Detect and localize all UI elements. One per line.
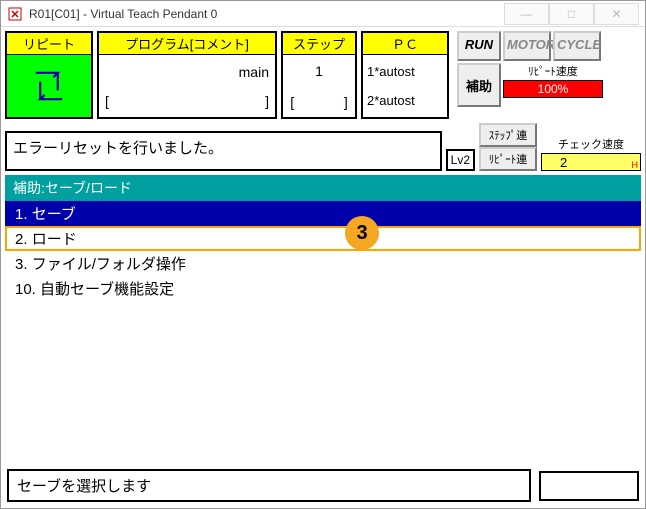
check-speed-bar[interactable]: 2 [541, 153, 641, 171]
step-box[interactable]: ステップ 1 [ ] [281, 31, 357, 119]
menu-item-save[interactable]: 1. セーブ [5, 201, 641, 226]
check-speed-col: チェック速度 2 [541, 136, 641, 171]
message-text: エラーリセットを行いました。 [13, 140, 223, 157]
cycle-arrows-icon [27, 64, 71, 108]
repeat-header: リピート [7, 33, 91, 55]
menu-item-autosave[interactable]: 10. 自動セーブ機能設定 [5, 276, 641, 301]
message-box: エラーリセットを行いました。 [5, 131, 442, 171]
step-header: ステップ [283, 33, 355, 55]
step-bracket-l: [ [290, 94, 294, 110]
pc-body: 1*autost 2*autost [363, 55, 447, 117]
program-header: プログラム[コメント] [99, 33, 275, 55]
right-buttons: RUN MOTOR CYCLE 補助 ﾘﾋﾟｰﾄ速度 100% [457, 31, 603, 107]
sub-screen-header: 補助:セーブ/ロード [5, 175, 641, 201]
prompt-text: セーブを選択します [7, 469, 531, 502]
app-window: R01[C01] - Virtual Teach Pendant 0 — □ ✕… [0, 0, 646, 509]
aux-button[interactable]: 補助 [457, 63, 501, 107]
program-bracket-l: [ [105, 93, 109, 109]
annotation-callout: 3 [345, 216, 379, 250]
repeat-continuous-button[interactable]: ﾘﾋﾟｰﾄ連 [479, 147, 537, 171]
cycle-button[interactable]: CYCLE [553, 31, 601, 61]
motor-button[interactable]: MOTOR [503, 31, 551, 61]
titlebar: R01[C01] - Virtual Teach Pendant 0 — □ ✕ [1, 1, 645, 27]
menu-item-file-folder[interactable]: 3. ファイル/フォルダ操作 [5, 251, 641, 276]
menu-item-load[interactable]: 2. ロード [5, 226, 641, 251]
repeat-icon-area [7, 55, 91, 117]
pc-box[interactable]: ＰＣ 1*autost 2*autost [361, 31, 449, 119]
program-body: main [ ] [99, 55, 275, 117]
window-title: R01[C01] - Virtual Teach Pendant 0 [29, 7, 504, 21]
app-icon [7, 6, 23, 22]
step-bracket-r: ] [344, 94, 348, 110]
program-bracket-r: ] [265, 93, 269, 109]
repeat-speed: ﾘﾋﾟｰﾄ速度 100% [503, 63, 603, 107]
check-speed-label: チェック速度 [541, 136, 641, 152]
step-value: 1 [315, 63, 323, 79]
input-field[interactable] [539, 471, 639, 501]
pc-line-1: 1*autost [367, 64, 443, 79]
step-link-col: ｽﾃｯﾌﾟ連 ﾘﾋﾟｰﾄ連 [479, 123, 537, 171]
program-name: main [239, 64, 269, 80]
menu-list: 1. セーブ 2. ロード 3. ファイル/フォルダ操作 10. 自動セーブ機能… [5, 201, 641, 463]
minimize-button: — [504, 3, 549, 25]
repeat-speed-value[interactable]: 100% [503, 80, 603, 98]
step-body: 1 [ ] [283, 55, 355, 117]
bottom-bar: セーブを選択します [7, 469, 639, 502]
pc-line-2: 2*autost [367, 93, 443, 108]
step-continuous-button[interactable]: ｽﾃｯﾌﾟ連 [479, 123, 537, 147]
program-box[interactable]: プログラム[コメント] main [ ] [97, 31, 277, 119]
repeat-mode-box[interactable]: リピート [5, 31, 93, 119]
close-button: ✕ [594, 3, 639, 25]
top-panel: リピート プログラム[コメント] main [ ] ステップ 1 [1, 27, 645, 121]
run-button[interactable]: RUN [457, 31, 501, 61]
repeat-speed-label: ﾘﾋﾟｰﾄ速度 [503, 63, 603, 79]
maximize-button: □ [549, 3, 594, 25]
message-row: エラーリセットを行いました。 Lv2 ｽﾃｯﾌﾟ連 ﾘﾋﾟｰﾄ連 チェック速度 … [1, 121, 645, 173]
window-controls: — □ ✕ [504, 3, 639, 25]
pc-header: ＰＣ [363, 33, 447, 55]
level-indicator[interactable]: Lv2 [446, 149, 475, 171]
